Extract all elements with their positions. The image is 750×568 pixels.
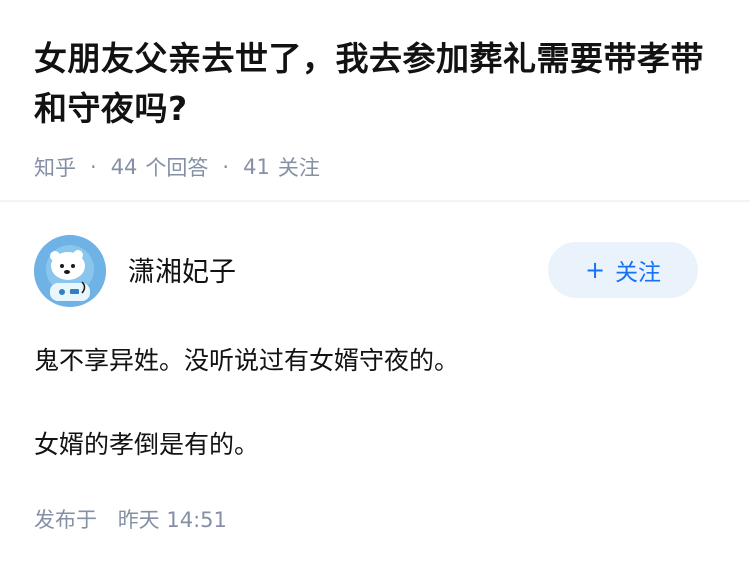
followers-label: 关注 (277, 156, 320, 180)
published-time[interactable]: 昨天 14:51 (118, 508, 227, 532)
separator-dot: · (222, 155, 230, 179)
followers-count: 41 (243, 155, 270, 179)
avatar[interactable] (34, 235, 106, 307)
answers-label: 个回答 (145, 156, 209, 180)
answer-paragraph: 女婿的孝倒是有的。 (34, 430, 260, 459)
question-title[interactable]: 女朋友父亲去世了，我去参加葬礼需要带孝带和守夜吗? (34, 34, 716, 134)
follow-button-label: 关注 (615, 260, 662, 286)
published-label: 发布于 (34, 508, 97, 532)
polar-bear-avatar-icon (34, 235, 106, 307)
question-header: 女朋友父亲去世了，我去参加葬礼需要带孝带和守夜吗? 知乎 · 44 个回答 · … (0, 0, 750, 200)
answers-count: 44 (110, 155, 138, 179)
answer-paragraph: 鬼不享异姓。没听说过有女婿守夜的。 (34, 346, 460, 375)
answer-card: 潇湘妃子 + 关注 鬼不享异姓。没听说过有女婿守夜的。 女婿的孝倒是有的。 发布… (0, 202, 750, 534)
separator-dot: · (90, 155, 97, 179)
author-row: 潇湘妃子 + 关注 (34, 234, 716, 308)
author-name[interactable]: 潇湘妃子 (128, 250, 236, 289)
answer-content[interactable]: 鬼不享异姓。没听说过有女婿守夜的。 女婿的孝倒是有的。 (34, 340, 716, 466)
source-label[interactable]: 知乎 (34, 152, 76, 182)
answer-footer: 发布于 昨天 14:51 (34, 504, 716, 534)
question-meta: 知乎 · 44 个回答 · 41 关注 (34, 152, 716, 182)
follow-button[interactable]: + 关注 (548, 242, 698, 298)
plus-icon: + (584, 256, 606, 284)
